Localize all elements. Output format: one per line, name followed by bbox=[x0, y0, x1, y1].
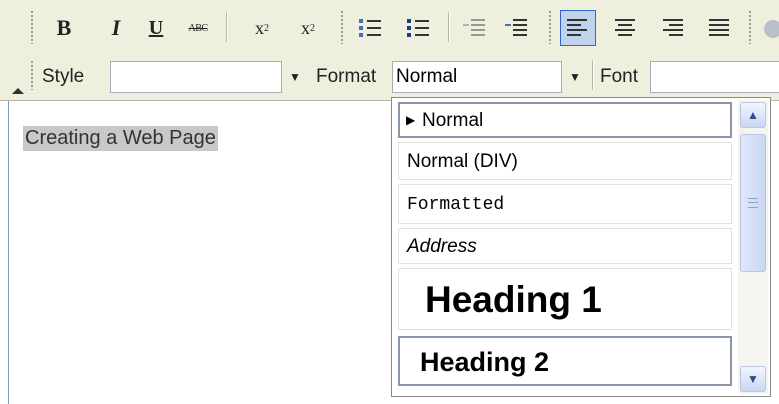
italic-label: I bbox=[111, 15, 121, 40]
underline-label: U bbox=[148, 16, 164, 39]
format-option-heading-1[interactable]: Heading 1 bbox=[398, 268, 732, 330]
dropdown-scrollbar[interactable]: ▲ ▼ bbox=[738, 100, 768, 394]
toolbar-grip[interactable] bbox=[548, 10, 552, 44]
italic-button[interactable]: I bbox=[98, 10, 134, 46]
toolbar-grip[interactable] bbox=[748, 10, 752, 44]
style-label: Style bbox=[42, 66, 85, 87]
more-toolbar-icon[interactable] bbox=[764, 20, 779, 38]
align-right-icon bbox=[663, 18, 685, 38]
subscript-base: x bbox=[255, 17, 264, 38]
scrollbar-thumb[interactable] bbox=[740, 134, 766, 272]
justify-full-button[interactable] bbox=[702, 10, 738, 46]
toolbar-row-combos: Style ▼ Format Normal ▼ Font bbox=[0, 56, 779, 96]
subscript-mark: 2 bbox=[264, 22, 269, 34]
align-center-icon bbox=[615, 18, 637, 38]
format-option-label: Formatted bbox=[407, 195, 505, 215]
style-arrow-glyph: ▼ bbox=[289, 70, 301, 84]
scroll-down-arrow-icon[interactable]: ▼ bbox=[740, 366, 766, 392]
superscript-base: x bbox=[301, 17, 310, 38]
underline-button[interactable]: U bbox=[138, 10, 174, 46]
scroll-up-arrow-icon[interactable]: ▲ bbox=[740, 102, 766, 128]
outdent-icon bbox=[463, 18, 485, 38]
editor-selected-text[interactable]: Creating a Web Page bbox=[23, 126, 218, 151]
toolbar-grip[interactable] bbox=[340, 10, 344, 44]
scrollbar-grip-icon bbox=[748, 198, 758, 208]
strikethrough-button[interactable]: ABC bbox=[180, 10, 216, 46]
bullet-list-icon bbox=[407, 18, 429, 38]
format-option-address[interactable]: Address bbox=[398, 228, 732, 264]
indent-button[interactable] bbox=[498, 10, 534, 46]
style-combo[interactable] bbox=[110, 61, 282, 93]
format-arrow-glyph: ▼ bbox=[569, 70, 581, 84]
outdent-button[interactable] bbox=[456, 10, 492, 46]
toolbar-separator bbox=[592, 60, 593, 90]
bullet-list-button[interactable] bbox=[400, 10, 436, 46]
format-dropdown-panel: ▶ Normal Normal (DIV) Formatted Address … bbox=[391, 97, 771, 397]
toolbar-separator bbox=[448, 12, 449, 42]
indent-icon bbox=[505, 18, 527, 38]
format-option-label: Address bbox=[407, 236, 477, 257]
justify-right-button[interactable] bbox=[656, 10, 692, 46]
format-option-formatted[interactable]: Formatted bbox=[398, 184, 732, 224]
format-option-label: Heading 1 bbox=[425, 279, 602, 320]
format-option-label: Heading 2 bbox=[420, 347, 550, 377]
toolbar-row-formatting: B I U ABC x2 x2 bbox=[0, 6, 779, 50]
justify-center-button[interactable] bbox=[608, 10, 644, 46]
justify-left-button[interactable] bbox=[560, 10, 596, 46]
format-combo[interactable]: Normal bbox=[392, 61, 562, 93]
numbered-list-icon bbox=[359, 18, 381, 38]
toolbar: B I U ABC x2 x2 Style ▼ Format Normal ▼ … bbox=[0, 0, 779, 101]
toolbar-grip[interactable] bbox=[30, 10, 34, 44]
subscript-button[interactable]: x2 bbox=[244, 10, 280, 46]
format-dropdown-arrow-icon[interactable]: ▼ bbox=[562, 61, 588, 93]
toolbar-grip[interactable] bbox=[30, 60, 34, 90]
current-format-marker-icon: ▶ bbox=[406, 113, 416, 127]
numbered-list-button[interactable] bbox=[352, 10, 388, 46]
bold-button[interactable]: B bbox=[46, 10, 82, 46]
strikethrough-label: ABC bbox=[188, 22, 208, 34]
bold-label: B bbox=[56, 15, 72, 40]
format-option-label: Normal bbox=[422, 110, 484, 131]
align-justify-icon bbox=[709, 18, 731, 38]
scroll-down-glyph: ▼ bbox=[747, 372, 759, 386]
font-combo[interactable] bbox=[650, 61, 779, 93]
format-option-normal-div[interactable]: Normal (DIV) bbox=[398, 142, 732, 180]
align-left-icon bbox=[567, 18, 589, 38]
format-option-normal[interactable]: ▶ Normal bbox=[398, 102, 732, 138]
superscript-mark: 2 bbox=[310, 22, 315, 34]
collapse-toolbar-icon[interactable] bbox=[12, 88, 24, 94]
scroll-up-glyph: ▲ bbox=[747, 108, 759, 122]
toolbar-separator bbox=[226, 12, 227, 42]
superscript-button[interactable]: x2 bbox=[290, 10, 326, 46]
format-value: Normal bbox=[396, 66, 458, 87]
format-option-heading-2[interactable]: Heading 2 bbox=[398, 336, 732, 386]
style-dropdown-arrow-icon[interactable]: ▼ bbox=[282, 61, 308, 93]
format-option-label: Normal (DIV) bbox=[407, 151, 518, 172]
format-label: Format bbox=[316, 66, 377, 87]
font-label: Font bbox=[600, 66, 639, 87]
